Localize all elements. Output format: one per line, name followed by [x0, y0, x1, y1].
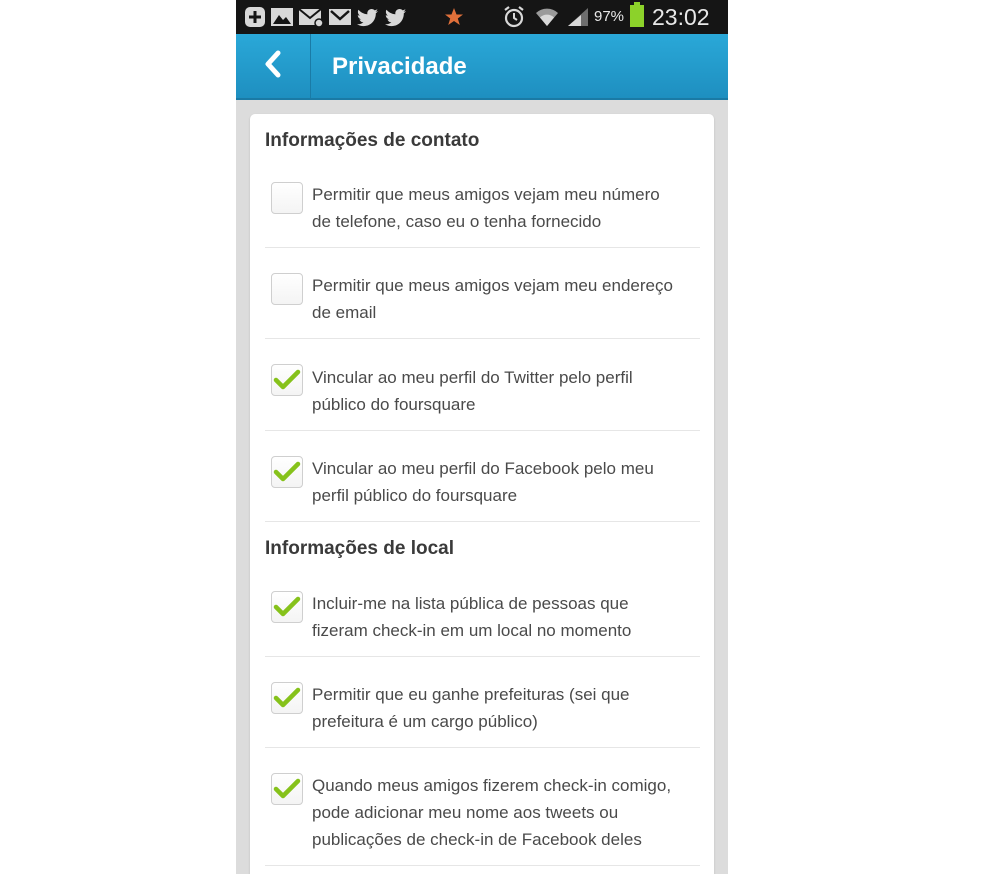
section-title-local: Informações de local [265, 538, 455, 559]
plus-notification-icon [244, 6, 266, 28]
checkmark-icon [273, 778, 301, 799]
mail-icon [298, 6, 324, 28]
checkmark-icon [273, 369, 301, 390]
alarm-icon [502, 6, 526, 28]
checkbox-checked[interactable] [271, 364, 303, 396]
option-label: Permitir que eu ganhe prefeituras (sei q… [312, 685, 630, 731]
checkbox[interactable] [271, 182, 303, 214]
phone-screen: 97% 23:02 Privacidade Informações de con… [236, 0, 728, 874]
action-bar: Privacidade [236, 34, 728, 100]
checkmark-icon [273, 461, 301, 482]
checkbox[interactable] [271, 273, 303, 305]
privacy-option-email[interactable]: Permitir que meus amigos vejam meu ender… [265, 248, 700, 339]
page-title: Privacidade [332, 53, 467, 80]
status-bar: 97% 23:02 [236, 0, 728, 34]
section-title-contato: Informações de contato [265, 130, 480, 151]
clock: 23:02 [652, 4, 710, 30]
chevron-left-icon [263, 50, 283, 83]
battery-icon [629, 2, 645, 27]
privacy-option-friend-checkins[interactable]: Quando meus amigos fizerem check-in comi… [265, 748, 700, 866]
option-label: Vincular ao meu perfil do Twitter pelo p… [312, 368, 633, 414]
option-label: Permitir que meus amigos vejam meu ender… [312, 276, 673, 322]
twitter-icon [384, 6, 408, 28]
privacy-option-public-list[interactable]: Incluir-me na lista pública de pessoas q… [265, 574, 700, 657]
gmail-icon [328, 6, 352, 28]
checkmark-icon [273, 687, 301, 708]
star-icon [444, 6, 464, 28]
privacy-option-twitter[interactable]: Vincular ao meu perfil do Twitter pelo p… [265, 339, 700, 431]
option-label: Quando meus amigos fizerem check-in comi… [312, 776, 672, 849]
gallery-icon [270, 6, 294, 28]
privacy-option-facebook[interactable]: Vincular ao meu perfil do Facebook pelo … [265, 431, 700, 522]
privacy-option-mayorships[interactable]: Permitir que eu ganhe prefeituras (sei q… [265, 657, 700, 748]
back-button[interactable] [236, 34, 311, 98]
checkbox-checked[interactable] [271, 456, 303, 488]
wifi-icon [534, 6, 560, 28]
option-label: Incluir-me na lista pública de pessoas q… [312, 594, 632, 640]
settings-card: Informações de contato Permitir que meus… [250, 114, 714, 874]
signal-icon [566, 6, 590, 28]
checkbox-checked[interactable] [271, 682, 303, 714]
option-label: Vincular ao meu perfil do Facebook pelo … [312, 459, 654, 505]
checkbox-checked[interactable] [271, 591, 303, 623]
battery-percent: 97% [594, 8, 625, 25]
checkbox-checked[interactable] [271, 773, 303, 805]
checkmark-icon [273, 596, 301, 617]
option-label: Permitir que meus amigos vejam meu númer… [312, 185, 660, 231]
privacy-option-phone[interactable]: Permitir que meus amigos vejam meu númer… [265, 166, 700, 248]
twitter-icon [356, 6, 380, 28]
